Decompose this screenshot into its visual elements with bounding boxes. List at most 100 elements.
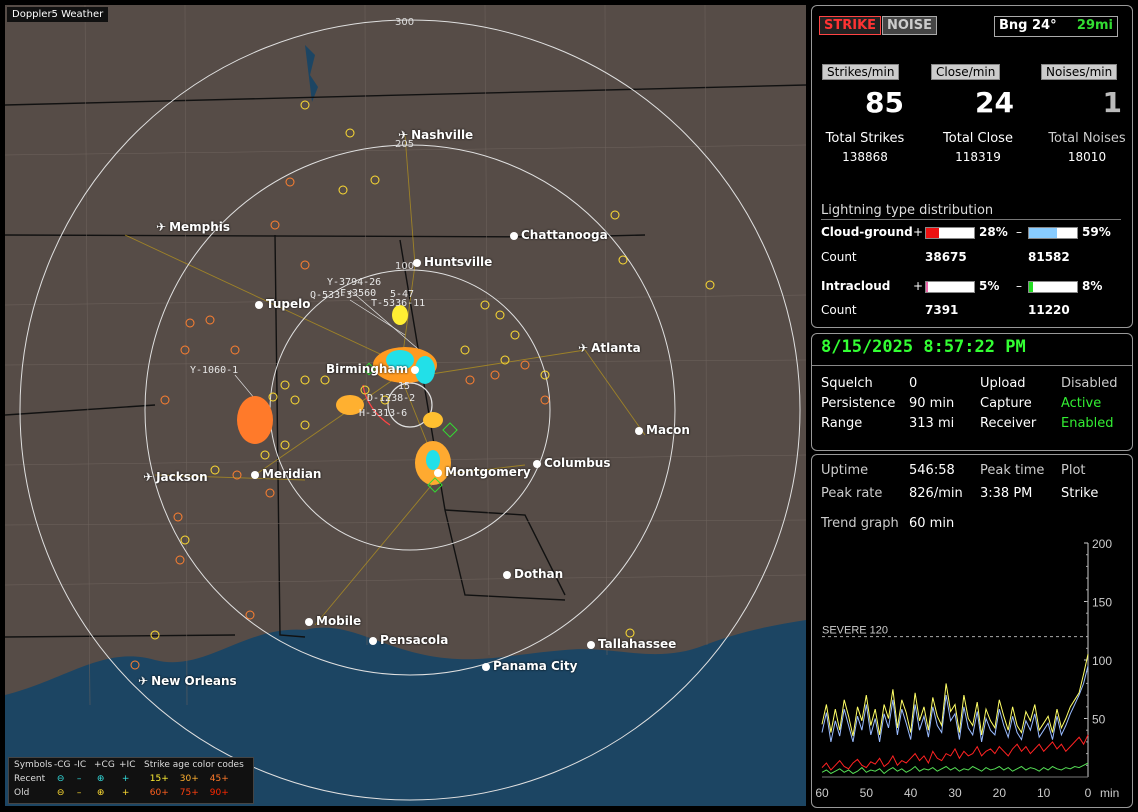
strike-label: T-5336-11 — [371, 298, 426, 309]
cg-count-label: Count — [821, 250, 857, 264]
range-label: Range — [821, 416, 863, 431]
ic-neg-sign: – — [1016, 279, 1022, 293]
city-dot-icon — [305, 617, 313, 626]
squelch-value: 0 — [909, 376, 918, 391]
city-dot-icon — [533, 459, 541, 468]
x-tick-label: 30 — [948, 786, 962, 800]
y-tick-label: 50 — [1092, 713, 1106, 727]
total-strikes-value: 138868 — [842, 150, 888, 164]
city-dot-icon — [635, 426, 643, 435]
ic-neg-count: 11220 — [1028, 303, 1070, 317]
roads — [124, 134, 646, 626]
severe-threshold-label: SEVERE 120 — [822, 625, 888, 637]
trend-graph-label: Trend graph — [821, 516, 899, 531]
total-noises-value: 18010 — [1067, 150, 1107, 164]
strike-label: Y-3794-26 — [327, 277, 382, 288]
total-noises-label: Total Noises — [1048, 131, 1126, 146]
close-per-min-value: 24 — [975, 86, 1014, 119]
city-mobile: Mobile — [305, 614, 361, 628]
pos-cg-old-icon: ⊕ — [96, 788, 105, 798]
x-axis-label: min — [1100, 786, 1119, 800]
legend-recent-label: Recent — [14, 774, 46, 784]
lake-shape — [305, 45, 318, 102]
city-dot-icon — [510, 231, 518, 240]
cg-pos-bar — [925, 227, 975, 239]
city-dot-icon — [434, 468, 442, 477]
distribution-title: Lightning type distribution — [821, 203, 1121, 220]
city-dot-icon — [503, 570, 511, 579]
plot-value[interactable]: Strike — [1061, 486, 1098, 501]
bearing-value: Bng 24° — [999, 18, 1057, 33]
x-tick-label: 10 — [1037, 786, 1051, 800]
city-dot-icon — [255, 300, 263, 309]
city-montgomery: Montgomery — [434, 465, 531, 479]
legend-header: -IC — [74, 760, 87, 770]
cg-neg-count: 81582 — [1028, 250, 1070, 264]
city-dot-icon — [482, 662, 490, 671]
persistence-value: 90 min — [909, 396, 955, 411]
total-close-label: Total Close — [943, 131, 1013, 146]
airplane-icon: ✈ — [156, 220, 167, 234]
radar-map[interactable]: Doppler5 Weather 300 205 100 ✈ Nashville … — [5, 5, 806, 806]
city-tallahassee: Tallahassee — [587, 637, 676, 651]
city-dot-icon — [411, 365, 420, 374]
city-macon: Macon — [635, 423, 690, 437]
capture-value: Active — [1061, 396, 1102, 411]
x-tick-label: 0 — [1085, 786, 1092, 800]
cg-pos-count: 38675 — [925, 250, 967, 264]
x-tick-label: 50 — [860, 786, 874, 800]
map-graphics — [5, 5, 806, 806]
cloud-ground-label: Cloud-ground — [821, 225, 913, 239]
city-nashville: ✈ Nashville — [398, 128, 474, 142]
strikes-per-min-value: 85 — [865, 86, 904, 119]
uptime-label: Uptime — [821, 463, 869, 478]
legend-age: 15+ — [149, 774, 169, 784]
receiver-value: Enabled — [1061, 416, 1114, 431]
strike-label: Y-1060-1 — [190, 365, 239, 376]
city-panama-city: Panama City — [482, 659, 577, 673]
legend-symbols-label: Symbols — [14, 760, 53, 770]
status-panel: 8/15/2025 8:57:22 PM Squelch 0 Upload Di… — [811, 333, 1133, 451]
city-dot-icon — [251, 470, 259, 479]
noises-per-min-value: 1 — [1102, 86, 1122, 119]
cg-pos-pct: 28% — [979, 225, 1008, 239]
legend-old-label: Old — [14, 788, 30, 798]
ic-neg-bar — [1028, 281, 1078, 293]
legend-header: +CG — [94, 760, 115, 770]
cg-neg-bar — [1028, 227, 1078, 239]
city-new-orleans: ✈ New Orleans — [138, 674, 237, 688]
y-tick-label: 100 — [1092, 654, 1112, 668]
strike-mode-button[interactable]: STRIKE — [819, 16, 882, 35]
city-dot-icon — [413, 258, 421, 267]
distance-value: 29mi — [1076, 18, 1113, 33]
ic-pos-count: 7391 — [925, 303, 959, 317]
ic-pos-bar-fill — [926, 282, 929, 292]
ic-neg-pct: 8% — [1082, 279, 1103, 293]
intracloud-label: Intracloud — [821, 279, 891, 293]
city-chattanooga: Chattanooga — [510, 228, 608, 242]
peak-rate-label: Peak rate — [821, 486, 883, 501]
strikes-per-min-label: Strikes/min — [822, 64, 900, 80]
peak-time-value: 3:38 PM — [980, 486, 1033, 501]
city-huntsville: Huntsville — [413, 255, 492, 269]
ic-pos-sign: + — [913, 279, 924, 293]
cg-pos-bar-fill — [926, 228, 940, 238]
strike-label: 15 — [398, 381, 411, 392]
y-tick-label: 200 — [1092, 537, 1112, 551]
noise-mode-button[interactable]: NOISE — [882, 16, 938, 35]
ic-count-label: Count — [821, 303, 857, 317]
capture-label: Capture — [980, 396, 1032, 411]
neg-cg-recent-icon: ⊖ — [56, 774, 65, 784]
strike-label: D-1238-2 — [367, 393, 416, 404]
city-meridian: Meridian — [251, 467, 321, 481]
airplane-icon: ✈ — [578, 341, 589, 355]
airplane-icon: ✈ — [398, 128, 409, 142]
peak-rate-value: 826/min — [909, 486, 963, 501]
persistence-label: Persistence — [821, 396, 896, 411]
total-close-value: 118319 — [955, 150, 1001, 164]
ic-pos-pct: 5% — [979, 279, 1000, 293]
plot-label: Plot — [1061, 463, 1086, 478]
uptime-value: 546:58 — [909, 463, 955, 478]
city-dot-icon — [369, 636, 377, 645]
map-legend: Symbols -CG -IC +CG +IC Strike age color code… — [8, 757, 254, 804]
